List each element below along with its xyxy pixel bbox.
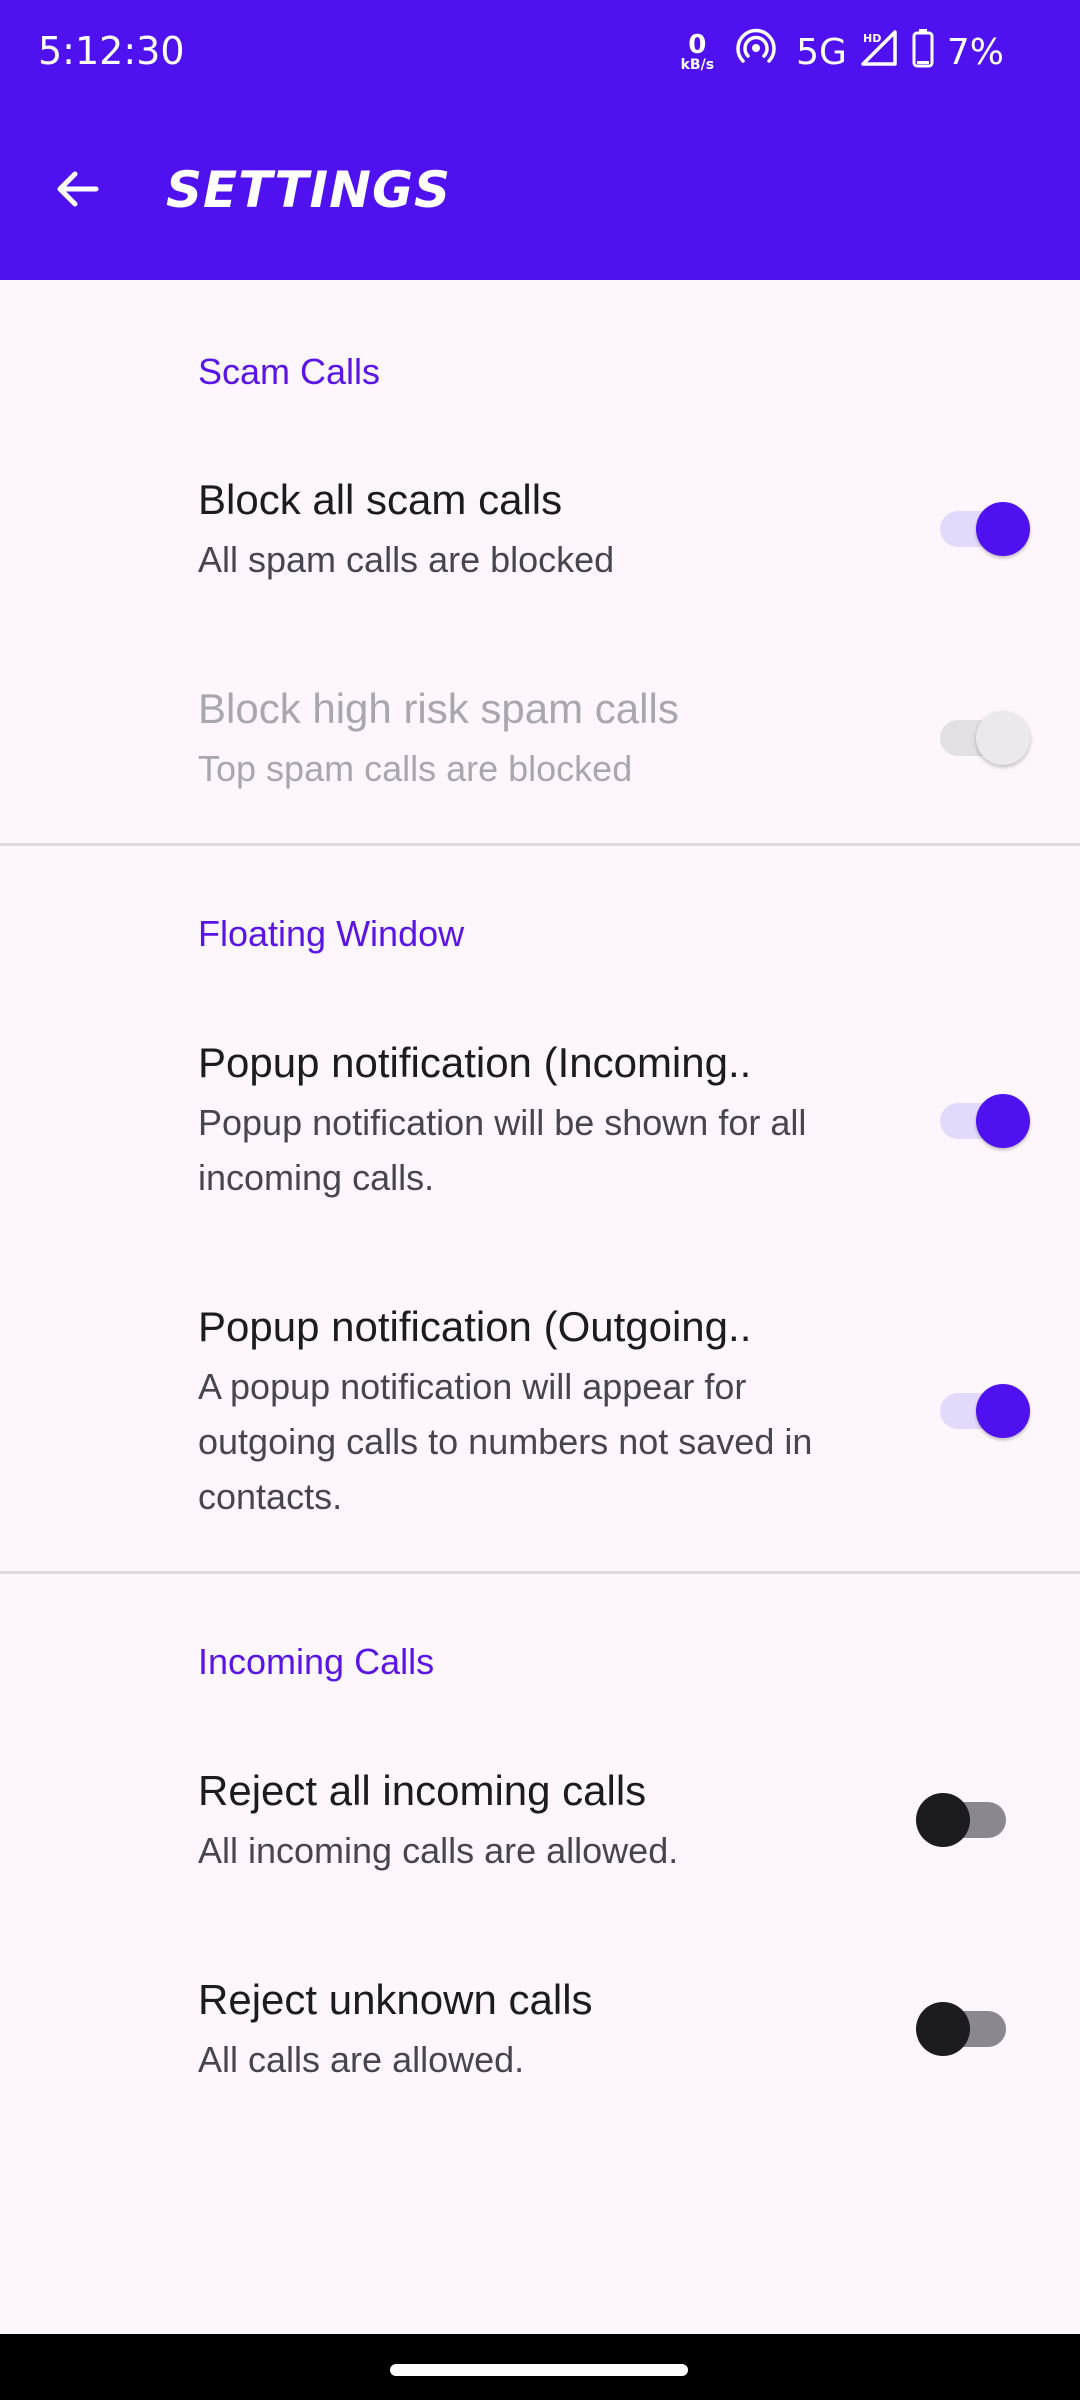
page-title: SETTINGS	[166, 161, 452, 219]
setting-subtitle: All spam calls are blocked	[198, 539, 615, 580]
battery-percent: 7%	[946, 31, 1004, 73]
toggle-block-high-risk-spam-calls	[940, 711, 1030, 765]
section-divider	[0, 1571, 1080, 1574]
setting-title: Block high risk spam calls	[198, 685, 679, 732]
arrow-back-icon	[57, 171, 99, 207]
back-button[interactable]	[50, 162, 104, 216]
app-bar: 5:12:30 0 kB/s 5G HD 7% SETTINGS	[0, 0, 1080, 280]
setting-subtitle: A popup notification will appear for out…	[198, 1366, 813, 1517]
toggle-thumb	[976, 502, 1030, 556]
data-speed-value: 0	[688, 30, 707, 60]
setting-subtitle: Popup notification will be shown for all…	[198, 1102, 807, 1198]
section-header-floating-window: Floating Window	[198, 913, 465, 954]
setting-title: Reject all incoming calls	[198, 1767, 647, 1814]
data-speed-unit: kB/s	[680, 57, 715, 73]
svg-text:HD: HD	[863, 32, 881, 45]
toggle-reject-all-incoming[interactable]	[916, 1793, 1006, 1847]
setting-title: Popup notification (Outgoing..	[198, 1303, 752, 1350]
toggle-thumb	[976, 711, 1030, 765]
toggle-thumb	[916, 1793, 970, 1847]
section-header-scam-calls: Scam Calls	[198, 351, 381, 392]
toggle-block-all-scam-calls[interactable]	[940, 502, 1030, 556]
toggle-thumb	[976, 1094, 1030, 1148]
hotspot-icon	[736, 28, 776, 77]
setting-subtitle: Top spam calls are blocked	[198, 748, 633, 789]
setting-title: Popup notification (Incoming..	[198, 1039, 752, 1086]
setting-subtitle: All incoming calls are allowed.	[198, 1830, 679, 1871]
setting-subtitle: All calls are allowed.	[198, 2039, 525, 2080]
home-gesture-handle[interactable]	[390, 2364, 688, 2376]
setting-title: Reject unknown calls	[198, 1976, 593, 2023]
section-header-incoming-calls: Incoming Calls	[198, 1641, 435, 1682]
battery-icon	[911, 28, 935, 77]
status-icons: 0 kB/s 5G HD 7%	[681, 26, 1004, 78]
toggle-popup-outgoing[interactable]	[940, 1384, 1030, 1438]
status-time: 5:12:30	[38, 29, 185, 73]
section-divider	[0, 843, 1080, 846]
toggle-thumb	[916, 2002, 970, 2056]
data-speed: 0 kB/s	[681, 32, 714, 72]
setting-title: Block all scam calls	[198, 476, 563, 523]
toggle-thumb	[976, 1384, 1030, 1438]
toggle-popup-incoming[interactable]	[940, 1094, 1030, 1148]
hd-signal-icon: HD	[859, 28, 899, 77]
network-type: 5G	[796, 31, 847, 73]
toggle-reject-unknown[interactable]	[916, 2002, 1006, 2056]
